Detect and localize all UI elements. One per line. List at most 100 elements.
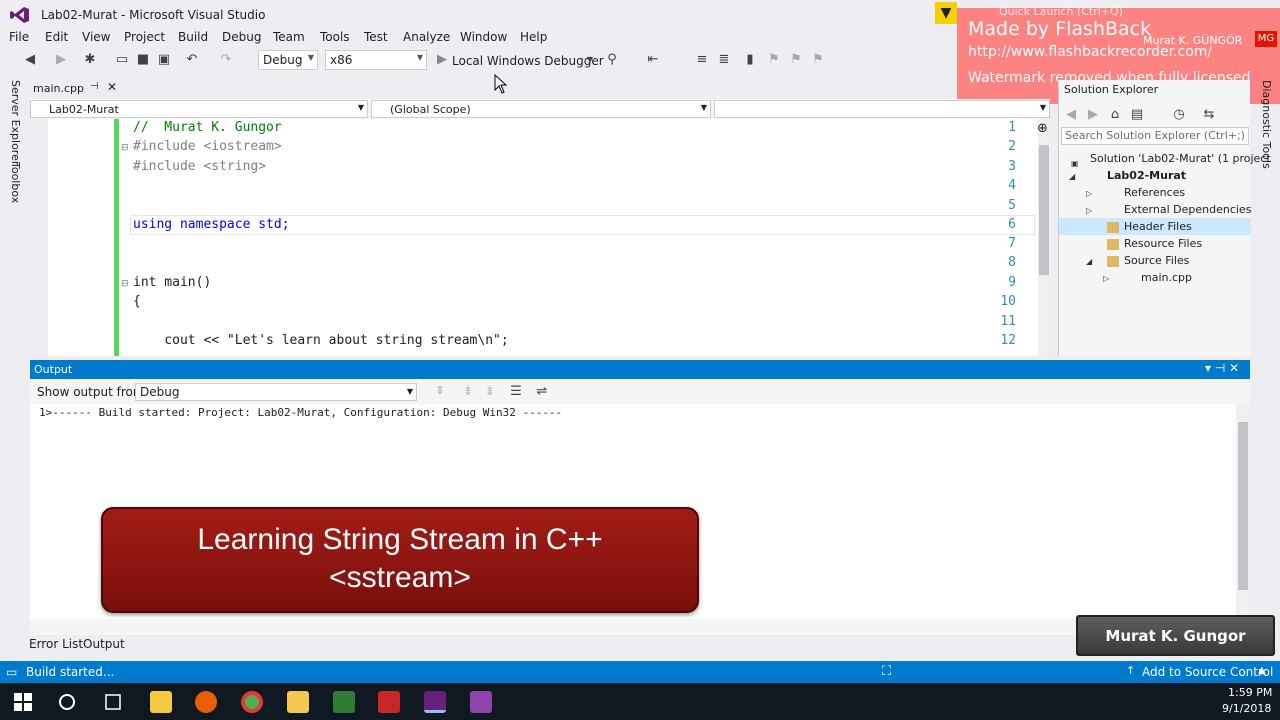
task-view-icon[interactable]: [103, 693, 123, 711]
menu-project[interactable]: Project: [124, 30, 165, 44]
toolbox-tab[interactable]: Toolbox: [9, 162, 22, 203]
visual-studio-taskbar-icon[interactable]: [424, 691, 446, 713]
add-to-source-control-button[interactable]: Add to Source Control: [1142, 665, 1273, 679]
collapsed-triangle-icon[interactable]: ▷: [1086, 189, 1092, 198]
back-icon[interactable]: ◀: [1063, 107, 1079, 123]
tree-item-source-files[interactable]: Source Files: [1124, 254, 1189, 267]
visual-studio-logo-icon: [10, 7, 29, 23]
collapsed-triangle-icon[interactable]: ▷: [1103, 274, 1109, 283]
tree-item-references[interactable]: References: [1124, 186, 1185, 199]
tree-item-resource-files[interactable]: Resource Files: [1124, 237, 1202, 250]
menu-view[interactable]: View: [82, 30, 110, 44]
diagnostic-tools-tab[interactable]: Diagnostic Tools: [1260, 80, 1273, 169]
solution-explorer-search[interactable]: Search Solution Explorer (Ctrl+;): [1061, 127, 1249, 145]
output-source-dropdown[interactable]: Debug ▼: [135, 383, 417, 401]
forward-icon[interactable]: ▶: [1085, 107, 1101, 123]
menu-build[interactable]: Build: [178, 30, 208, 44]
output-scroll-thumb[interactable]: [1238, 422, 1248, 590]
pin-icon[interactable]: ⊣: [90, 81, 99, 92]
collapse-icon[interactable]: ⊟: [121, 279, 129, 289]
global-scope-dropdown[interactable]: (Global Scope) ▼: [371, 100, 711, 118]
acrobat-icon[interactable]: [378, 691, 400, 713]
author-name: Murat K. Gungor: [1105, 627, 1246, 645]
project-scope-dropdown[interactable]: Lab02-Murat ▼: [30, 100, 368, 118]
outdent-icon[interactable]: ≣: [716, 52, 732, 68]
start-debug-icon[interactable]: ▶: [434, 52, 450, 68]
split-editor-icon[interactable]: ⊕: [1037, 121, 1048, 136]
bookmark-icon[interactable]: ▮: [742, 52, 758, 68]
clear-bookmarks-icon[interactable]: ⚑: [810, 52, 826, 68]
find-icon[interactable]: ⚲: [604, 52, 620, 68]
tab-error-list[interactable]: Error List: [29, 637, 83, 651]
new-project-icon[interactable]: ✱: [82, 52, 98, 68]
notepad-plus-plus-icon[interactable]: [333, 691, 355, 713]
expanded-triangle-icon[interactable]: ◢: [1086, 257, 1092, 266]
filter-icon[interactable]: ▼: [935, 2, 957, 24]
history-icon[interactable]: ◷: [1171, 107, 1187, 123]
user-avatar[interactable]: MG: [1255, 31, 1277, 47]
document-tab-main-cpp[interactable]: main.cpp ⊣ ✕: [30, 80, 122, 98]
menu-team[interactable]: Team: [273, 30, 305, 44]
folder-icon[interactable]: [287, 691, 309, 713]
quick-launch-input[interactable]: Quick Launch (Ctrl+Q): [999, 5, 1123, 18]
menu-edit[interactable]: Edit: [45, 30, 68, 44]
output-window-controls[interactable]: ▾ ⊣ ✕: [1205, 361, 1239, 375]
menu-file[interactable]: File: [9, 30, 29, 44]
project-node[interactable]: Lab02-Murat: [1107, 169, 1186, 182]
collapse-icon[interactable]: ⊟: [121, 143, 129, 153]
home-icon[interactable]: ⌂: [1107, 107, 1123, 123]
server-explorer-tab[interactable]: Server Explorer: [9, 80, 22, 165]
expanded-triangle-icon[interactable]: ◢: [1069, 172, 1075, 181]
code-line-1: // Murat K. Gungor: [133, 120, 282, 135]
flashback-recorder-icon[interactable]: [470, 691, 492, 713]
windows-start-icon[interactable]: [14, 693, 32, 711]
switch-views-icon[interactable]: ▤: [1129, 107, 1145, 123]
tree-item-main-cpp[interactable]: main.cpp: [1141, 271, 1192, 284]
cortana-icon[interactable]: [58, 693, 76, 711]
member-dropdown[interactable]: ▼: [714, 100, 1050, 118]
code-line-3: #include <string>: [133, 159, 267, 174]
prev-bookmark-icon[interactable]: ⚑: [766, 52, 782, 68]
clock-date[interactable]: 9/1/2018: [1222, 702, 1271, 715]
redo-icon[interactable]: ↷: [218, 52, 234, 68]
save-all-icon[interactable]: ▣: [156, 52, 172, 68]
clock-time[interactable]: 1:59 PM: [1228, 686, 1272, 699]
chrome-icon[interactable]: [241, 691, 263, 713]
find-message-icon[interactable]: ⇟: [482, 384, 498, 400]
menu-help[interactable]: Help: [520, 30, 547, 44]
menu-test[interactable]: Test: [364, 30, 388, 44]
indent-icon[interactable]: ≡: [694, 52, 710, 68]
start-debugger-button[interactable]: Local Windows Debugger: [452, 54, 604, 68]
go-to-previous-icon[interactable]: ⇞: [432, 384, 448, 400]
clear-all-icon[interactable]: ☰: [508, 384, 524, 400]
firefox-icon[interactable]: [195, 691, 217, 713]
tree-item-external-dependencies[interactable]: External Dependencies: [1124, 203, 1251, 216]
menu-debug[interactable]: Debug: [222, 30, 261, 44]
go-to-next-icon[interactable]: ⇟: [460, 384, 476, 400]
tree-item-header-files[interactable]: Header Files: [1124, 220, 1192, 233]
forward-icon[interactable]: ▶: [53, 52, 69, 68]
chevron-down-icon[interactable]: ▼: [582, 52, 598, 68]
solution-node[interactable]: Solution 'Lab02-Murat' (1 project: [1090, 152, 1271, 165]
menu-analyze[interactable]: Analyze: [403, 30, 450, 44]
file-explorer-icon[interactable]: [150, 691, 172, 713]
platform-dropdown[interactable]: x86 ▼: [325, 50, 427, 70]
tab-output[interactable]: Output: [83, 637, 125, 651]
solution-config-dropdown[interactable]: Debug ▼: [258, 50, 318, 70]
undo-icon[interactable]: ↶: [184, 52, 200, 68]
menu-tools[interactable]: Tools: [320, 30, 350, 44]
user-name[interactable]: Murat K. GÜNGÖR: [1143, 34, 1242, 47]
next-bookmark-icon[interactable]: ⚑: [788, 52, 804, 68]
editor-scroll-thumb[interactable]: [1039, 145, 1049, 275]
toggle-comment-icon[interactable]: ⇤: [645, 52, 661, 68]
back-icon[interactable]: ◀: [22, 52, 38, 68]
sync-icon[interactable]: ⇆: [1201, 107, 1217, 123]
open-file-icon[interactable]: ▭: [114, 52, 130, 68]
close-icon[interactable]: ✕: [107, 80, 117, 94]
save-icon[interactable]: ■: [135, 52, 151, 68]
word-wrap-icon[interactable]: ⇌: [534, 384, 550, 400]
menu-window[interactable]: Window: [460, 30, 507, 44]
notification-icon[interactable]: ⛶: [882, 664, 891, 679]
collapsed-triangle-icon[interactable]: ▷: [1086, 206, 1092, 215]
chevron-up-icon[interactable]: ▲: [1258, 665, 1266, 676]
